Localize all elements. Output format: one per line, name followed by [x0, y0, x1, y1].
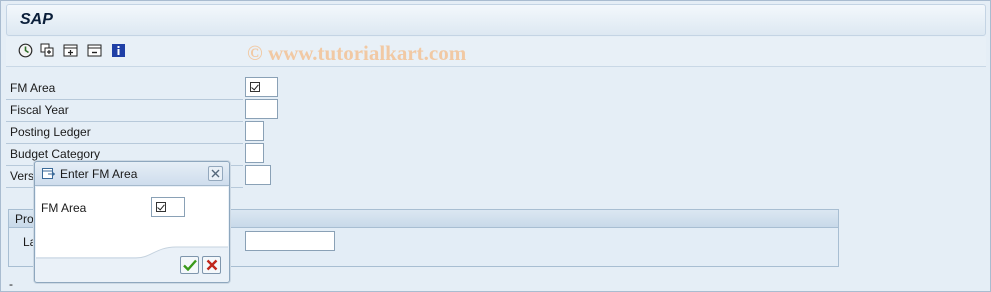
- group-title: Pro: [15, 212, 34, 226]
- dialog-window-icon: [42, 168, 55, 179]
- dialog-wave-decoration: [36, 246, 228, 259]
- checkbox-icon: [156, 202, 166, 212]
- version-label: Vers: [10, 169, 35, 183]
- fiscal-year-label: Fiscal Year: [10, 103, 69, 117]
- cancel-button[interactable]: [202, 256, 221, 274]
- enter-fm-area-dialog: Enter FM Area FM Area: [34, 161, 230, 283]
- fiscal-year-field[interactable]: [245, 99, 278, 119]
- fm-area-field[interactable]: [245, 77, 278, 97]
- execute-icon[interactable]: [17, 42, 34, 59]
- version-field[interactable]: [245, 165, 271, 185]
- new-entry-icon[interactable]: [62, 42, 79, 59]
- window-title: SAP: [20, 11, 53, 28]
- cancel-x-icon: [206, 259, 217, 271]
- dialog-title: Enter FM Area: [60, 167, 138, 181]
- confirm-button[interactable]: [180, 256, 199, 274]
- posting-ledger-label: Posting Ledger: [10, 125, 91, 139]
- dialog-fm-area-field[interactable]: [151, 197, 185, 217]
- dialog-header: Enter FM Area: [35, 162, 229, 186]
- posting-ledger-field[interactable]: [245, 121, 264, 141]
- get-variant-icon[interactable]: [39, 42, 56, 59]
- fm-area-label: FM Area: [10, 81, 56, 95]
- checkmark-icon: [182, 259, 197, 271]
- posting-ledger-row: Posting Ledger: [6, 122, 286, 144]
- close-icon[interactable]: [208, 166, 223, 181]
- fiscal-year-row: Fiscal Year: [6, 100, 286, 122]
- checkbox-icon: [250, 82, 260, 92]
- status-dash: -: [9, 277, 13, 291]
- title-bar: SAP: [6, 4, 986, 36]
- sap-window: SAP © www.tutorialkart.com FM Area Fisca…: [0, 0, 991, 292]
- budget-category-field[interactable]: [245, 143, 264, 163]
- info-icon[interactable]: [110, 42, 127, 59]
- dialog-fm-area-label: FM Area: [41, 201, 87, 215]
- budget-category-label: Budget Category: [10, 147, 101, 161]
- fm-area-row: FM Area: [6, 78, 286, 100]
- dialog-body: FM Area: [36, 187, 228, 259]
- group-input-field[interactable]: [245, 231, 335, 251]
- application-toolbar: [6, 37, 986, 67]
- delete-icon[interactable]: [86, 42, 103, 59]
- watermark: © www.tutorialkart.com: [247, 41, 467, 65]
